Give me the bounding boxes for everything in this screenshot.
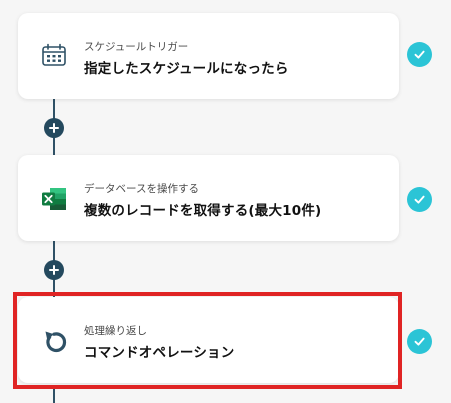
- add-step-button[interactable]: [44, 118, 64, 138]
- calendar-clock-icon: [40, 41, 68, 69]
- plus-icon: [49, 265, 59, 275]
- check-icon: [407, 42, 432, 67]
- plus-icon: [49, 123, 59, 133]
- add-step-button[interactable]: [44, 260, 64, 280]
- highlight-frame: [13, 292, 402, 389]
- excel-icon: [40, 185, 68, 213]
- check-icon: [407, 329, 432, 354]
- step-title: 複数のレコードを取得する(最大10件): [84, 203, 322, 219]
- step-card-schedule-trigger[interactable]: スケジュールトリガー 指定したスケジュールになったら: [18, 13, 399, 99]
- step-type-label: スケジュールトリガー: [84, 41, 189, 53]
- step-type-label: データベースを操作する: [84, 183, 199, 195]
- check-icon: [407, 187, 432, 212]
- step-title: 指定したスケジュールになったら: [84, 61, 289, 77]
- step-card-database-operation[interactable]: データベースを操作する 複数のレコードを取得する(最大10件): [18, 155, 399, 241]
